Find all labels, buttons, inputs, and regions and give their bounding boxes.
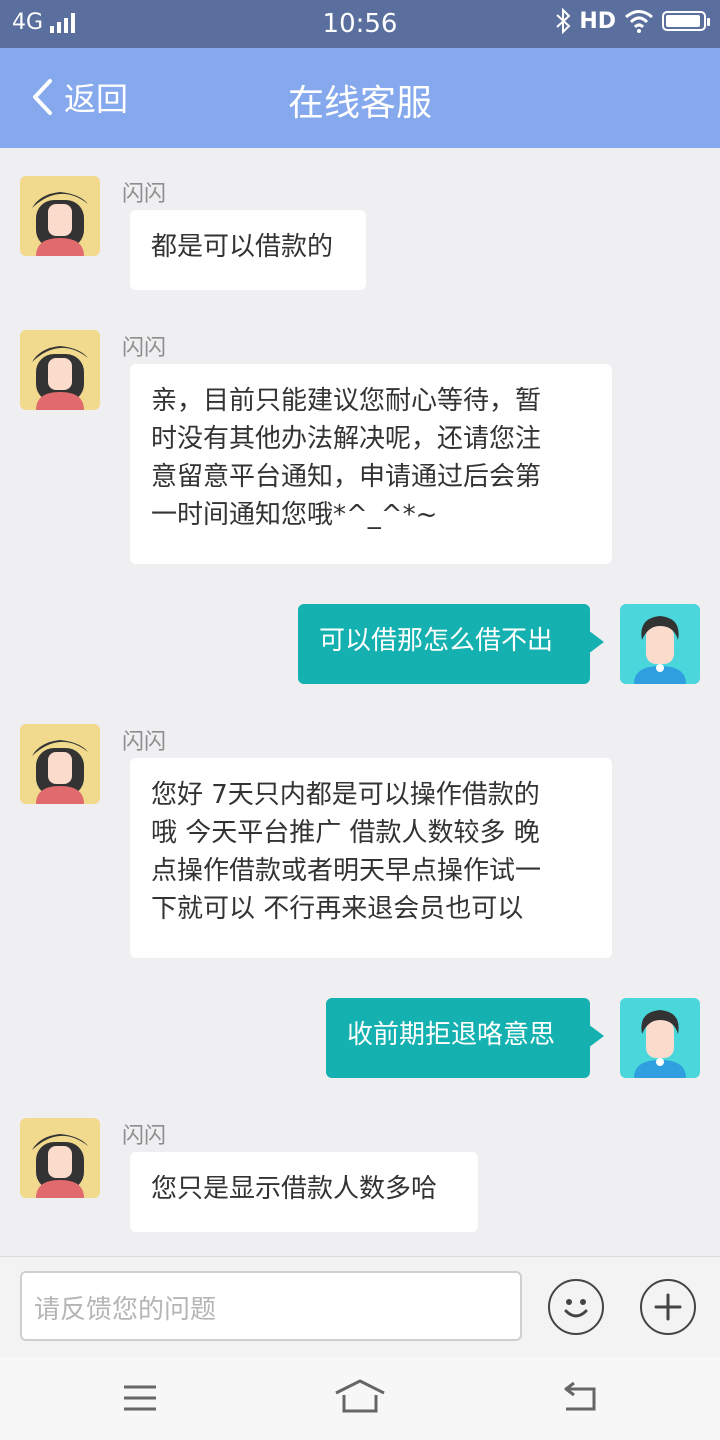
agent-avatar[interactable] — [20, 330, 100, 410]
page-title: 在线客服 — [287, 83, 432, 124]
add-button[interactable] — [640, 1279, 696, 1335]
hd-label: HD — [579, 8, 616, 34]
message-text: 收前期拒退咯意思 — [347, 1020, 556, 1050]
home-icon[interactable] — [334, 1379, 386, 1415]
agent-message: 都是可以借款的 — [130, 210, 366, 290]
emoji-button[interactable] — [548, 1279, 604, 1335]
system-nav-bar — [0, 1357, 720, 1440]
menu-icon[interactable] — [122, 1383, 158, 1413]
sender-name: 闪闪 — [122, 182, 167, 207]
message-line: 一时间通知您哦*^_^*~ — [151, 500, 438, 530]
feedback-input[interactable]: 请反馈您的问题 — [20, 1271, 522, 1341]
message-line: 您好 7天只内都是可以操作借款的 — [151, 780, 540, 810]
message-line: 时没有其他办法解决呢，还请您注 — [151, 424, 542, 454]
sender-name: 闪闪 — [122, 730, 167, 755]
sender-name: 闪闪 — [122, 1124, 167, 1149]
input-placeholder: 请反馈您的问题 — [34, 1295, 217, 1325]
back-icon[interactable] — [560, 1381, 598, 1413]
message-text: 都是可以借款的 — [151, 232, 334, 262]
wifi-icon — [625, 10, 653, 33]
status-bar: 4G 10:56 HD — [0, 0, 720, 48]
status-icons: HD — [555, 8, 710, 34]
user-avatar[interactable] — [620, 998, 700, 1078]
user-message: 收前期拒退咯意思 — [326, 998, 604, 1078]
plus-icon — [654, 1293, 682, 1321]
agent-message: 您好 7天只内都是可以操作借款的 哦 今天平台推广 借款人数较多 晚 点操作借款… — [130, 758, 612, 958]
input-bar: 请反馈您的问题 — [0, 1256, 720, 1358]
message-line: 点操作借款或者明天早点操作试一 — [151, 856, 542, 886]
agent-avatar[interactable] — [20, 176, 100, 256]
agent-message: 您只是显示借款人数多哈 — [130, 1152, 478, 1232]
user-avatar[interactable] — [620, 604, 700, 684]
smiley-icon — [564, 1299, 588, 1318]
agent-message: 亲，目前只能建议您耐心等待，暂 时没有其他办法解决呢，还请您注 意留意平台通知，… — [130, 364, 612, 564]
agent-avatar[interactable] — [20, 724, 100, 804]
message-line: 哦 今天平台推广 借款人数较多 晚 — [151, 818, 540, 848]
message-line: 意留意平台通知，申请通过后会第 — [151, 462, 542, 492]
message-text: 可以借那怎么借不出 — [319, 626, 554, 656]
battery-icon — [662, 11, 710, 31]
user-message: 可以借那怎么借不出 — [298, 604, 604, 684]
sender-name: 闪闪 — [122, 336, 167, 361]
message-text: 您只是显示借款人数多哈 — [151, 1174, 438, 1204]
message-line: 亲，目前只能建议您耐心等待，暂 — [151, 386, 542, 416]
agent-avatar[interactable] — [20, 1118, 100, 1198]
message-line: 下就可以 不行再来退会员也可以 — [151, 894, 524, 924]
bluetooth-icon — [556, 8, 571, 34]
header: 返回 在线客服 — [0, 48, 720, 148]
